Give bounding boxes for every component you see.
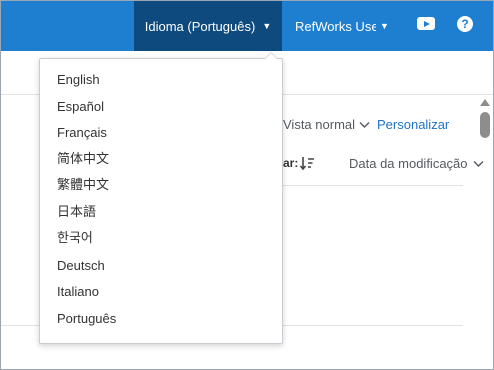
chevron-down-icon: [473, 160, 484, 167]
language-option-german[interactable]: Deutsch: [40, 258, 282, 285]
sort-direction-icon[interactable]: [299, 155, 315, 171]
language-selector-button[interactable]: Idioma (Português) ▼: [134, 1, 282, 51]
language-option-japanese[interactable]: 日本語: [40, 205, 282, 232]
top-navigation-bar: Idioma (Português) ▼ RefWorks User ▼ ?: [1, 1, 493, 51]
language-option-english[interactable]: English: [40, 72, 282, 99]
scroll-up-icon[interactable]: [480, 99, 490, 106]
language-option-traditional-chinese[interactable]: 繁體中文: [40, 178, 282, 205]
language-option-french[interactable]: Français: [40, 125, 282, 152]
caret-down-icon: ▼: [380, 21, 389, 31]
language-option-spanish[interactable]: Español: [40, 99, 282, 126]
user-menu-button[interactable]: RefWorks User ▼: [295, 1, 391, 51]
language-selector-label: Idioma (Português): [144, 18, 256, 34]
scrollbar-thumb[interactable]: [480, 112, 490, 138]
youtube-icon[interactable]: [417, 17, 435, 30]
language-dropdown-menu: English Español Français 简体中文 繁體中文 日本語 한…: [39, 52, 283, 344]
language-option-korean[interactable]: 한국어: [40, 231, 282, 258]
customize-link[interactable]: Personalizar: [377, 117, 449, 132]
app-window: Idioma (Português) ▼ RefWorks User ▼ ? V…: [0, 0, 494, 370]
language-option-portuguese[interactable]: Português: [40, 311, 282, 338]
sort-field-dropdown[interactable]: Data da modificação: [349, 156, 484, 171]
divider: [283, 185, 463, 186]
view-mode-label: Vista normal: [283, 117, 356, 132]
user-menu-label: RefWorks User: [295, 18, 376, 34]
chevron-down-icon: [359, 121, 370, 128]
caret-down-icon: ▼: [262, 21, 272, 31]
language-option-italian[interactable]: Italiano: [40, 284, 282, 311]
language-option-simplified-chinese[interactable]: 简体中文: [40, 152, 282, 179]
help-icon[interactable]: ?: [457, 16, 473, 32]
language-list: English Español Français 简体中文 繁體中文 日本語 한…: [40, 59, 282, 337]
view-mode-dropdown[interactable]: Vista normal: [283, 117, 370, 132]
sort-label: ar:: [283, 156, 299, 170]
sort-field-label: Data da modificação: [349, 156, 468, 171]
